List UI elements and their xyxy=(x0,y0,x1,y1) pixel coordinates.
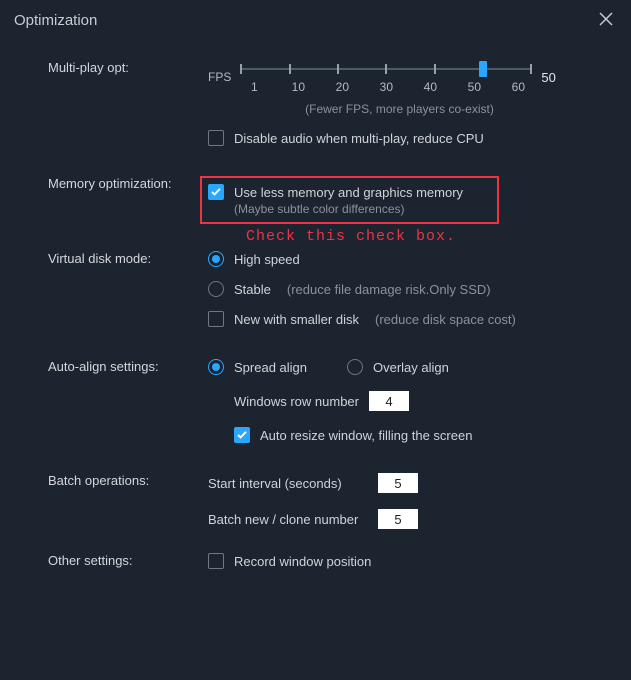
section-batch: Batch operations: Start interval (second… xyxy=(48,473,591,529)
annotation-text: Check this check box. xyxy=(246,228,591,245)
record-position-label: Record window position xyxy=(234,554,371,569)
tick-10: 10 xyxy=(285,80,311,94)
vdisk-high-label: High speed xyxy=(234,252,300,267)
vdisk-high-radio[interactable]: High speed xyxy=(208,251,300,267)
vdisk-stable-radio[interactable]: Stable xyxy=(208,281,271,297)
window-title: Optimization xyxy=(14,12,97,29)
radio-on xyxy=(208,359,224,375)
vdisk-stable-desc: (reduce file damage risk.Only SSD) xyxy=(287,282,491,297)
disable-audio-label: Disable audio when multi-play, reduce CP… xyxy=(234,131,484,146)
checkbox-box-checked xyxy=(208,184,224,200)
fps-label: FPS xyxy=(208,70,231,84)
tick-60: 60 xyxy=(505,80,531,94)
disable-audio-checkbox[interactable]: Disable audio when multi-play, reduce CP… xyxy=(208,130,591,146)
clone-number-label: Batch new / clone number xyxy=(208,512,368,527)
new-smaller-disk-checkbox[interactable]: New with smaller disk xyxy=(208,311,359,327)
checkbox-box-checked xyxy=(234,427,250,443)
useless-memory-label: Use less memory and graphics memory xyxy=(234,185,463,200)
align-label: Auto-align settings: xyxy=(48,359,208,443)
overlay-align-radio[interactable]: Overlay align xyxy=(347,359,449,375)
useless-memory-hint: (Maybe subtle color differences) xyxy=(234,202,463,216)
multiplay-label: Multi-play opt: xyxy=(48,60,208,146)
close-icon[interactable] xyxy=(595,8,617,33)
vdisk-stable-label: Stable xyxy=(234,282,271,297)
checkbox-box xyxy=(208,553,224,569)
radio-on xyxy=(208,251,224,267)
start-interval-input[interactable] xyxy=(378,473,418,493)
memory-label: Memory optimization: xyxy=(48,176,208,245)
slider-handle[interactable] xyxy=(479,61,487,77)
titlebar: Optimization xyxy=(0,0,631,40)
fps-slider[interactable]: 1 10 20 30 40 50 60 xyxy=(241,60,531,94)
radio-off xyxy=(347,359,363,375)
rownum-input[interactable] xyxy=(369,391,409,411)
radio-off xyxy=(208,281,224,297)
section-align: Auto-align settings: Spread align Overla… xyxy=(48,359,591,443)
useless-memory-checkbox[interactable]: Use less memory and graphics memory xyxy=(208,184,463,200)
fps-value: 50 xyxy=(541,70,555,85)
batch-label: Batch operations: xyxy=(48,473,208,529)
tick-50: 50 xyxy=(461,80,487,94)
tick-40: 40 xyxy=(417,80,443,94)
rownum-label: Windows row number xyxy=(234,394,359,409)
overlay-align-label: Overlay align xyxy=(373,360,449,375)
new-smaller-disk-desc: (reduce disk space cost) xyxy=(375,312,516,327)
spread-align-label: Spread align xyxy=(234,360,307,375)
other-label: Other settings: xyxy=(48,553,208,569)
auto-resize-label: Auto resize window, filling the screen xyxy=(260,428,472,443)
fps-hint: (Fewer FPS, more players co-exist) xyxy=(208,102,591,116)
tick-20: 20 xyxy=(329,80,355,94)
auto-resize-checkbox[interactable]: Auto resize window, filling the screen xyxy=(234,427,591,443)
annotation-highlight: Use less memory and graphics memory (May… xyxy=(200,176,499,224)
start-interval-label: Start interval (seconds) xyxy=(208,476,368,491)
section-other: Other settings: Record window position xyxy=(48,553,591,569)
record-position-checkbox[interactable]: Record window position xyxy=(208,553,591,569)
section-vdisk: Virtual disk mode: High speed Stable (re… xyxy=(48,251,591,327)
vdisk-label: Virtual disk mode: xyxy=(48,251,208,327)
section-multiplay: Multi-play opt: FPS xyxy=(48,60,591,146)
new-smaller-disk-label: New with smaller disk xyxy=(234,312,359,327)
checkbox-box xyxy=(208,311,224,327)
clone-number-input[interactable] xyxy=(378,509,418,529)
tick-1: 1 xyxy=(241,80,267,94)
checkbox-box xyxy=(208,130,224,146)
spread-align-radio[interactable]: Spread align xyxy=(208,359,307,375)
tick-30: 30 xyxy=(373,80,399,94)
section-memory: Memory optimization: Use less memory and… xyxy=(48,176,591,245)
